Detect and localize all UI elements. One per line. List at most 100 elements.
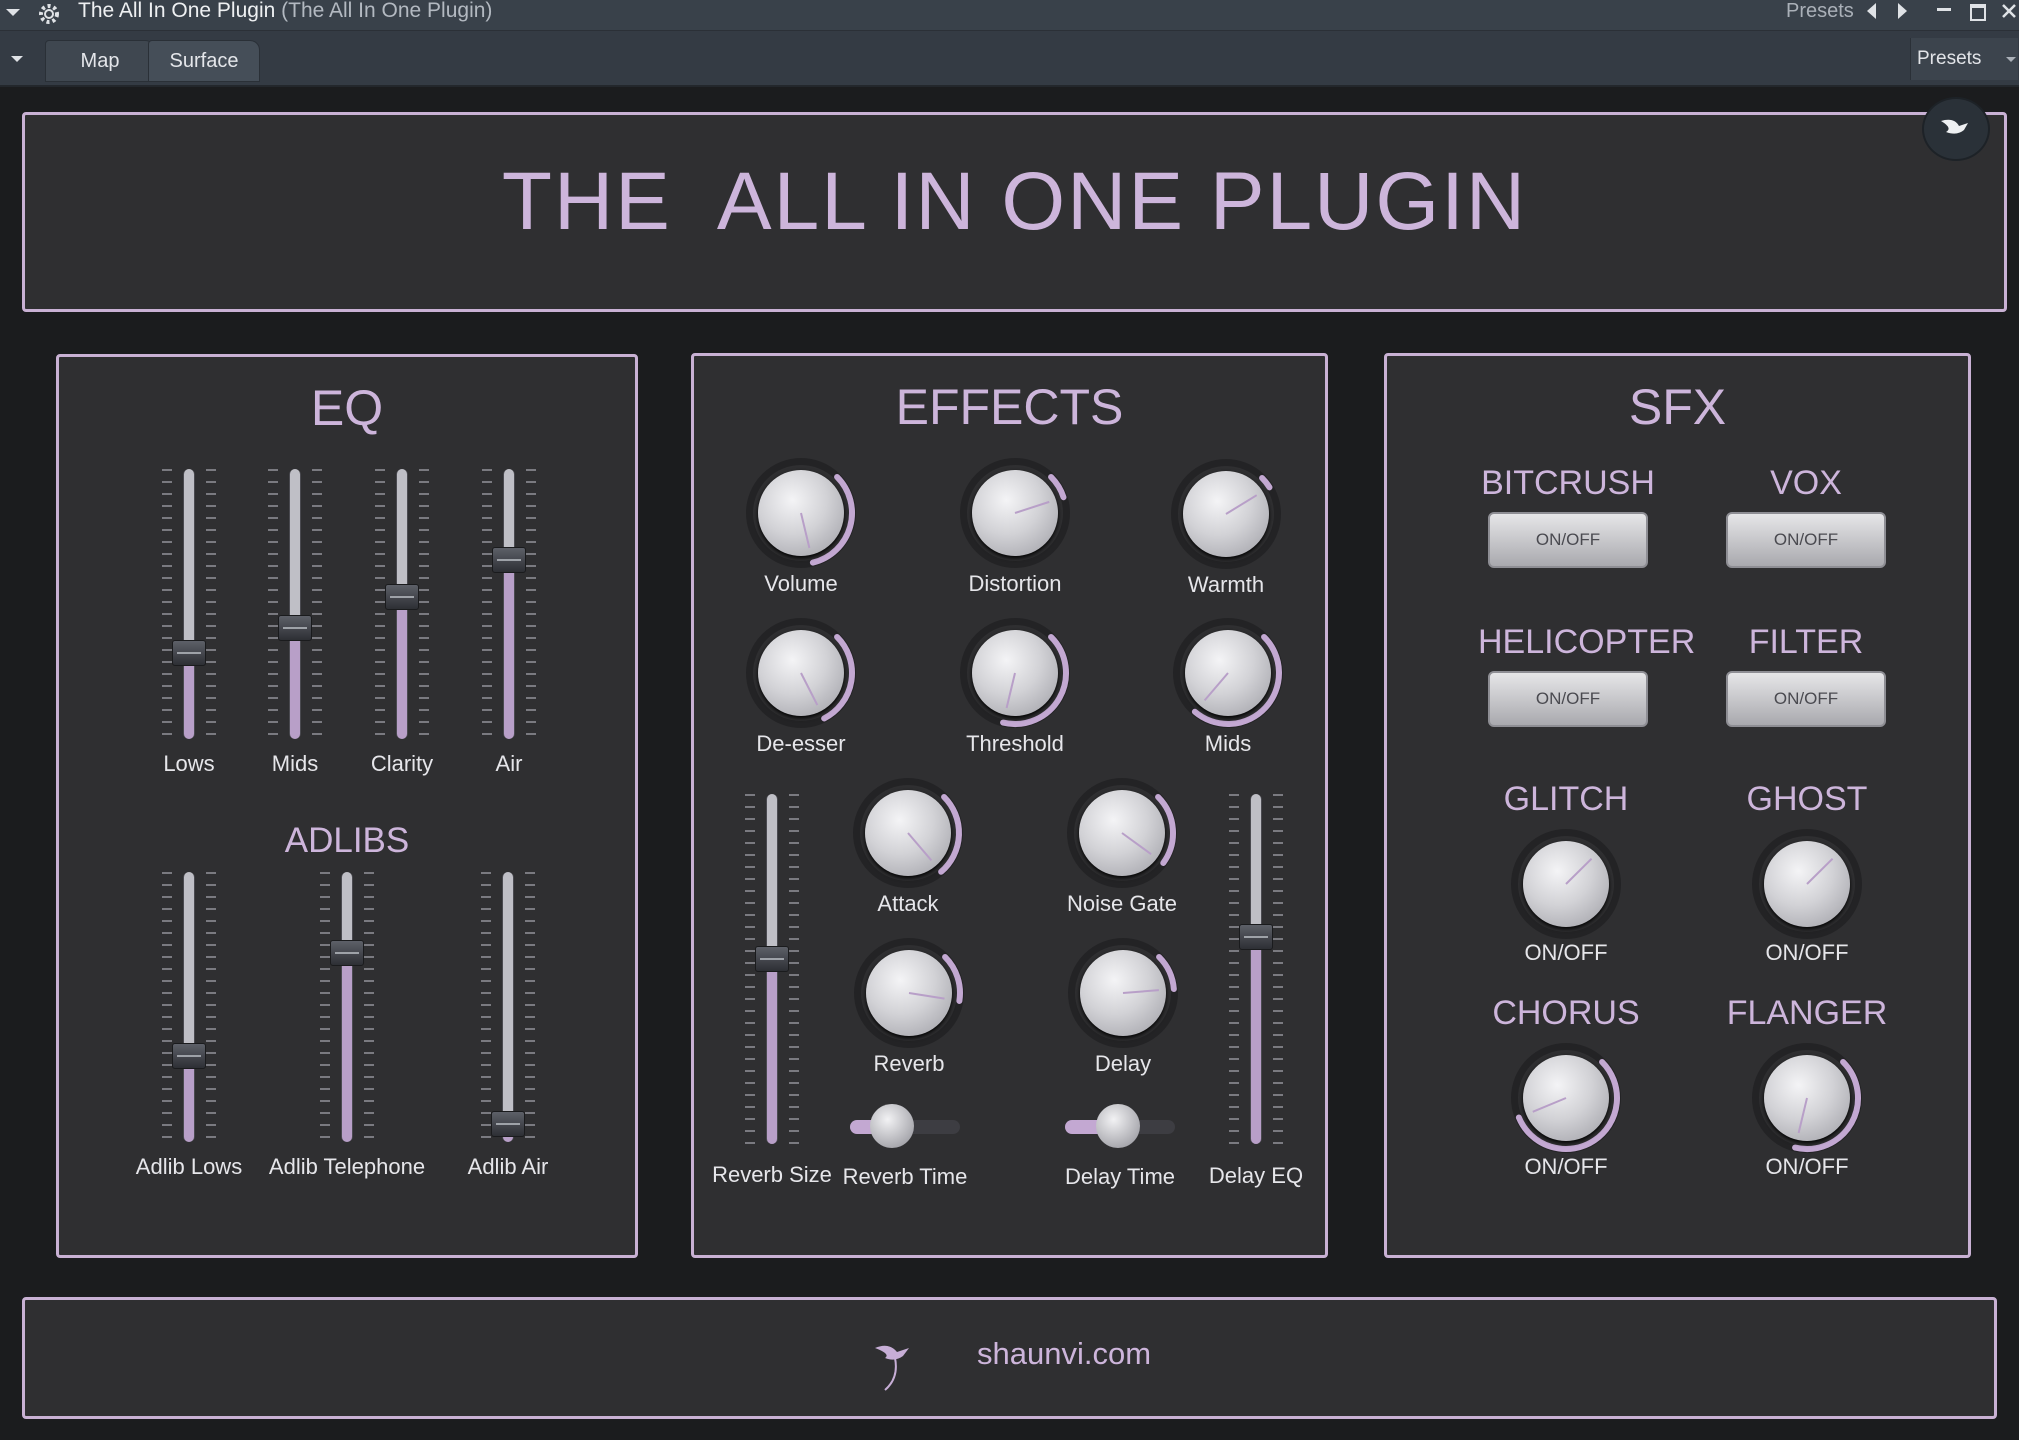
sfx-toggle-button-3[interactable]: ON/OFF bbox=[1726, 671, 1886, 727]
fx-knob-2[interactable] bbox=[1171, 459, 1281, 569]
adlib-slider-1[interactable] bbox=[320, 872, 374, 1142]
window-subtitle: (The All In One Plugin) bbox=[281, 0, 493, 22]
fx-knob-2-label: Warmth bbox=[1187, 572, 1265, 597]
sfx-knob-0-indicator bbox=[1565, 857, 1593, 885]
adlib-slider-0-label: Adlib Lows bbox=[135, 1154, 243, 1179]
fx-knob-1-indicator bbox=[1014, 500, 1050, 514]
eq-slider-mids[interactable] bbox=[268, 469, 322, 739]
sfx-knob-title-1: GHOST bbox=[1746, 780, 1868, 818]
tab-map[interactable]: Map bbox=[45, 40, 155, 82]
prev-preset-icon[interactable] bbox=[1867, 3, 1876, 19]
menu-arrow-icon[interactable] bbox=[6, 9, 20, 16]
fx-knob-1-label: Distortion bbox=[968, 571, 1062, 596]
eq-slider-mids-track-fill bbox=[290, 628, 300, 739]
sfx-knob-title-0: GLITCH bbox=[1503, 780, 1629, 818]
eq-slider-clarity[interactable] bbox=[375, 469, 429, 739]
title-bar: The All In One Plugin (The All In One Pl… bbox=[0, 0, 2019, 31]
eq-slider-air[interactable] bbox=[482, 469, 536, 739]
adlib-slider-2-thumb[interactable] bbox=[491, 1111, 525, 1138]
sfx-toggle-title-3: FILTER bbox=[1748, 623, 1864, 661]
fx-knob-8-label: Reverb bbox=[873, 1051, 945, 1076]
close-icon[interactable] bbox=[2000, 2, 2018, 20]
fx-knob-3-label: De-esser bbox=[756, 731, 846, 756]
next-preset-icon[interactable] bbox=[1898, 3, 1907, 19]
tab-surface[interactable]: Surface bbox=[148, 40, 260, 82]
delay-time-switch-handle[interactable] bbox=[1095, 1104, 1140, 1148]
fx-knob-5-label: Mids bbox=[1204, 731, 1252, 756]
plugin-title: THE ALL IN ONE PLUGIN bbox=[501, 156, 1528, 247]
fx-knob-2-indicator bbox=[1225, 494, 1258, 515]
adlibs-title: ADLIBS bbox=[284, 821, 410, 860]
sfx-knob-title-2: CHORUS bbox=[1492, 994, 1640, 1032]
fx-knob-5[interactable] bbox=[1173, 618, 1283, 728]
sfx-toggle-button-0[interactable]: ON/OFF bbox=[1488, 512, 1648, 568]
eq-slider-lows-thumb[interactable] bbox=[172, 639, 206, 666]
fx-knob-7[interactable] bbox=[1067, 778, 1177, 888]
sfx-toggle-button-2[interactable]: ON/OFF bbox=[1488, 671, 1648, 727]
reverb-size-slider-thumb[interactable] bbox=[755, 946, 789, 973]
eq-slider-lows-track-upper bbox=[184, 469, 194, 653]
fx-knob-8[interactable] bbox=[854, 938, 964, 1048]
delay-eq-slider-track-upper bbox=[1251, 794, 1261, 937]
presets-dropdown-icon bbox=[2006, 57, 2016, 62]
eq-slider-clarity-thumb[interactable] bbox=[385, 583, 419, 610]
sfx-knob-1-label: ON/OFF bbox=[1765, 940, 1849, 965]
gear-icon[interactable] bbox=[36, 1, 62, 27]
fx-knob-6[interactable] bbox=[853, 778, 963, 888]
reverb-time-switch-label: Reverb Time bbox=[842, 1164, 968, 1189]
adlib-slider-1-label: Adlib Telephone bbox=[268, 1154, 426, 1179]
toolbar-menu-arrow-icon[interactable] bbox=[11, 56, 23, 62]
delay-time-switch[interactable] bbox=[1065, 1104, 1175, 1148]
adlib-slider-2-label: Adlib Air bbox=[467, 1154, 549, 1179]
fx-knob-0-indicator bbox=[800, 512, 811, 549]
eq-slider-mids-thumb[interactable] bbox=[278, 615, 312, 642]
fx-knob-0[interactable] bbox=[746, 458, 856, 568]
fx-knob-0-label: Volume bbox=[764, 571, 838, 596]
presets-label[interactable]: Presets bbox=[1786, 0, 1854, 22]
sfx-knob-0[interactable] bbox=[1511, 829, 1621, 939]
fx-knob-1[interactable] bbox=[960, 458, 1070, 568]
sfx-knob-1[interactable] bbox=[1752, 829, 1862, 939]
delay-eq-slider[interactable] bbox=[1229, 794, 1283, 1144]
sfx-knob-title-3: FLANGER bbox=[1726, 994, 1888, 1032]
eq-slider-air-label: Air bbox=[495, 751, 523, 776]
adlib-slider-0-thumb[interactable] bbox=[172, 1042, 206, 1069]
sfx-knob-2[interactable] bbox=[1511, 1043, 1621, 1153]
adlib-slider-0[interactable] bbox=[162, 872, 216, 1142]
reverb-time-switch[interactable] bbox=[850, 1104, 960, 1148]
fx-knob-7-label: Noise Gate bbox=[1066, 891, 1178, 916]
sfx-toggle-title-0: BITCRUSH bbox=[1481, 464, 1655, 502]
sfx-knob-3[interactable] bbox=[1752, 1043, 1862, 1153]
plugin-menu-button[interactable] bbox=[1922, 97, 1990, 161]
fx-knob-4-indicator bbox=[1005, 672, 1016, 709]
sfx-knob-2-label: ON/OFF bbox=[1524, 1154, 1608, 1179]
eq-slider-clarity-track-fill bbox=[397, 596, 407, 739]
fx-knob-8-indicator bbox=[908, 992, 945, 1000]
delay-eq-slider-thumb[interactable] bbox=[1239, 923, 1273, 950]
fx-knob-3[interactable] bbox=[746, 618, 856, 728]
maximize-icon[interactable] bbox=[1970, 4, 1986, 21]
delay-eq-slider-track-fill bbox=[1251, 936, 1261, 1144]
fx-knob-7-indicator bbox=[1121, 832, 1152, 855]
sfx-toggle-button-1[interactable]: ON/OFF bbox=[1726, 512, 1886, 568]
presets-button[interactable]: Presets bbox=[1910, 38, 2018, 80]
eq-slider-mids-track-upper bbox=[290, 469, 300, 629]
reverb-time-switch-handle[interactable] bbox=[869, 1104, 914, 1148]
footer-website-link[interactable]: shaunvi.com bbox=[977, 1336, 1151, 1372]
sfx-title: SFX bbox=[1628, 379, 1727, 435]
minimize-icon[interactable] bbox=[1937, 8, 1951, 11]
fx-knob-9[interactable] bbox=[1068, 938, 1178, 1048]
sfx-knob-2-indicator bbox=[1532, 1097, 1567, 1113]
fx-knob-4-label: Threshold bbox=[966, 731, 1064, 756]
adlib-slider-1-thumb[interactable] bbox=[330, 940, 364, 967]
fx-knob-4[interactable] bbox=[960, 618, 1070, 728]
eq-slider-lows[interactable] bbox=[162, 469, 216, 739]
fx-knob-5-indicator bbox=[1203, 672, 1229, 702]
reverb-size-slider-track-upper bbox=[767, 794, 777, 960]
eq-slider-clarity-track-upper bbox=[397, 469, 407, 597]
eq-slider-air-thumb[interactable] bbox=[492, 547, 526, 574]
sfx-knob-3-label: ON/OFF bbox=[1765, 1154, 1849, 1179]
window-title: The All In One Plugin (The All In One Pl… bbox=[78, 0, 492, 22]
adlib-slider-2[interactable] bbox=[481, 872, 535, 1142]
reverb-size-slider[interactable] bbox=[745, 794, 799, 1144]
